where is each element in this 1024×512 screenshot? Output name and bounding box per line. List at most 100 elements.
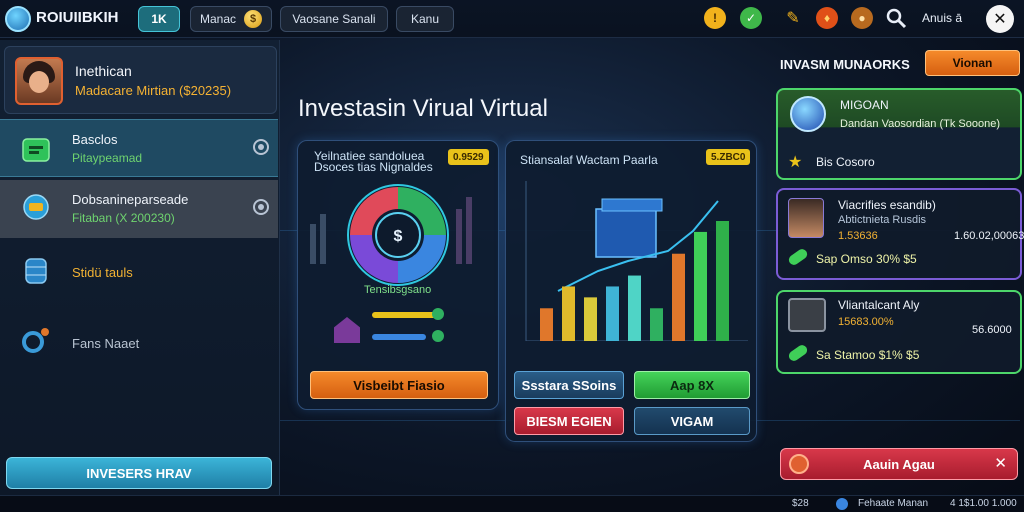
- pill-icon: [786, 247, 810, 267]
- bottom-bar: $28 Fehaate Manan 4 1$1.00 1.000: [0, 495, 1024, 512]
- sidebar-item-stidu[interactable]: Stidü tauls: [0, 243, 278, 301]
- investor-card-sub: Abtictnieta Rusdis: [838, 214, 927, 226]
- investor-card-value-right: 1.60.02,00063: [954, 230, 1024, 242]
- investment-card-footer: Bis Cosoro: [816, 155, 875, 169]
- sidebar-item-label: Basclos: [72, 132, 118, 147]
- close-icon: ✕: [993, 11, 1007, 28]
- right-panel-title: INVASM MUNAORKS: [780, 57, 910, 72]
- profile-balance: Madacare Mirtian ($20235): [75, 83, 232, 98]
- sidebar-item-sub: Pitaypeamad: [72, 151, 143, 165]
- chart-card: Stiansalaf Wactam Paarla 5.ZBC0 Ssstara …: [505, 140, 757, 442]
- chart-bar: [628, 275, 641, 341]
- vionan-button-label: Vionan: [952, 56, 993, 70]
- sidebar-item-basclos[interactable]: Basclos Pitaypeamad: [0, 119, 278, 177]
- profile-name: Inethican: [75, 63, 132, 79]
- star-icon: ★: [788, 154, 803, 171]
- add-button[interactable]: Aap 8X: [634, 371, 750, 399]
- card-subtitle: Dsoces tias Nignaldes: [314, 160, 433, 174]
- gear-icon[interactable]: [253, 139, 269, 155]
- slider-track[interactable]: [372, 312, 436, 318]
- investor-card-footer: Sap Omso 30% $5: [816, 252, 917, 266]
- portfolio-card: Yeilnatiee sandoluea Dsoces tias Nignald…: [297, 140, 499, 410]
- currency-label: Manac: [199, 12, 237, 26]
- bag-icon[interactable]: ●: [851, 7, 873, 29]
- asset-card[interactable]: Vliantalcant Aly 15683.00% 56.6000 Sa St…: [776, 290, 1022, 374]
- page-title: Investasin Virual Virtual: [298, 95, 548, 122]
- avatar: [788, 198, 824, 238]
- profile-card[interactable]: Inethican Madacare Mirtian ($20235): [4, 46, 277, 114]
- slider-handle[interactable]: [432, 330, 444, 342]
- stats-button-label: Ssstara SSoins: [521, 377, 617, 393]
- biesm-button[interactable]: BIESM EGIEN: [514, 407, 624, 435]
- chart-bar: [562, 286, 575, 341]
- tab-vaosane[interactable]: Vaosane Sanali: [280, 6, 388, 32]
- vigam-button-label: VIGAM: [670, 413, 714, 429]
- gear-icon[interactable]: [253, 199, 269, 215]
- chart-bar: [716, 221, 729, 341]
- user-label[interactable]: Anuis ā: [922, 11, 962, 25]
- badge-icon[interactable]: ✓: [740, 7, 762, 29]
- chart-bar: [694, 231, 707, 341]
- vigam-button[interactable]: VIGAM: [634, 407, 750, 435]
- bar-chart: [525, 181, 748, 341]
- bottom-center-text: Fehaate Manan: [858, 498, 929, 509]
- app-name: ROIUIIBKIH: [36, 9, 119, 26]
- asset-card-title: Vliantalcant Aly: [838, 298, 920, 312]
- globe-icon: [790, 96, 826, 132]
- info-icon: [836, 498, 848, 510]
- invest-button[interactable]: INVESERS HRAV: [6, 457, 272, 489]
- visit-button[interactable]: Visbeibt Fiasio: [310, 371, 488, 399]
- sidebar: Inethican Madacare Mirtian ($20235) Basc…: [0, 40, 280, 495]
- sidebar-item-dobsanine[interactable]: Dobsanineparseade Fitaban (X 200230): [0, 180, 278, 238]
- sidebar-item-fans[interactable]: Fans Naaet: [0, 312, 278, 370]
- briefcase-icon: [22, 138, 50, 162]
- gauge-caption: Tensibsgsano: [364, 284, 432, 296]
- asset-card-value-right: 56.6000: [972, 324, 1012, 336]
- sidebar-item-sub: Fitaban (X 200230): [72, 211, 175, 225]
- asset-card-footer: Sa Stamoo $1% $5: [816, 348, 920, 362]
- bottom-left-text: $28: [792, 498, 809, 509]
- top-bar: ROIUIIBKIH 1K Manac $ Vaosane Sanali Kan…: [0, 0, 1024, 38]
- chart-bar: [650, 308, 663, 341]
- investment-card-title: MIGOAN: [840, 98, 889, 112]
- investor-card-title: Viacrifies esandib): [838, 198, 936, 212]
- action-button[interactable]: Aauin Agau ✕: [780, 448, 1018, 480]
- avatar: [15, 57, 63, 105]
- chart-bar: [584, 297, 597, 341]
- chart-title: Stiansalaf Wactam Paarla: [520, 153, 658, 167]
- chat-icon[interactable]: !: [704, 7, 726, 29]
- sidebar-item-label: Fans Naaet: [72, 336, 140, 351]
- currency-chip[interactable]: Manac $: [190, 6, 272, 32]
- investment-card-sub: Dandan Vaosordian (Tk Sooone): [840, 118, 1001, 130]
- level-chip[interactable]: 1K: [138, 6, 180, 32]
- sidebar-item-label: Dobsanineparseade: [72, 192, 189, 207]
- tab-kanu[interactable]: Kanu: [396, 6, 454, 32]
- crossed-swords-icon: ✕: [994, 455, 1007, 472]
- coin-icon: $: [244, 10, 263, 28]
- add-button-label: Aap 8X: [669, 377, 715, 393]
- slider-track[interactable]: [372, 334, 426, 340]
- asset-card-sub: 15683.00%: [838, 316, 894, 328]
- visit-button-label: Visbeibt Fiasio: [353, 377, 445, 393]
- chart-bar: [606, 286, 619, 341]
- chart-bar: [540, 308, 553, 341]
- bottom-right-text: 4 1$1.00 1.000: [950, 498, 1017, 509]
- stats-button[interactable]: Ssstara SSoins: [514, 371, 624, 399]
- value-badge: 0.9529: [448, 149, 489, 165]
- vionan-button[interactable]: Vionan: [925, 50, 1020, 76]
- investment-card[interactable]: MIGOAN Dandan Vaosordian (Tk Sooone) ★ B…: [776, 88, 1022, 180]
- svg-text:$: $: [394, 228, 403, 245]
- action-button-label: Aauin Agau: [863, 456, 935, 472]
- shield-icon: [789, 454, 809, 474]
- database-icon: [25, 258, 47, 284]
- slider-handle[interactable]: [432, 308, 444, 320]
- close-button[interactable]: ✕: [986, 5, 1014, 33]
- biesm-button-label: BIESM EGIEN: [526, 413, 612, 429]
- app-logo-icon: [5, 6, 31, 32]
- pill-icon: [786, 343, 810, 363]
- investor-card[interactable]: Viacrifies esandib) Abtictnieta Rusdis 1…: [776, 188, 1024, 280]
- search-icon[interactable]: [885, 7, 907, 29]
- chest-icon: [788, 298, 826, 332]
- fire-icon[interactable]: ♦: [816, 7, 838, 29]
- pencil-icon[interactable]: ✎: [782, 7, 804, 29]
